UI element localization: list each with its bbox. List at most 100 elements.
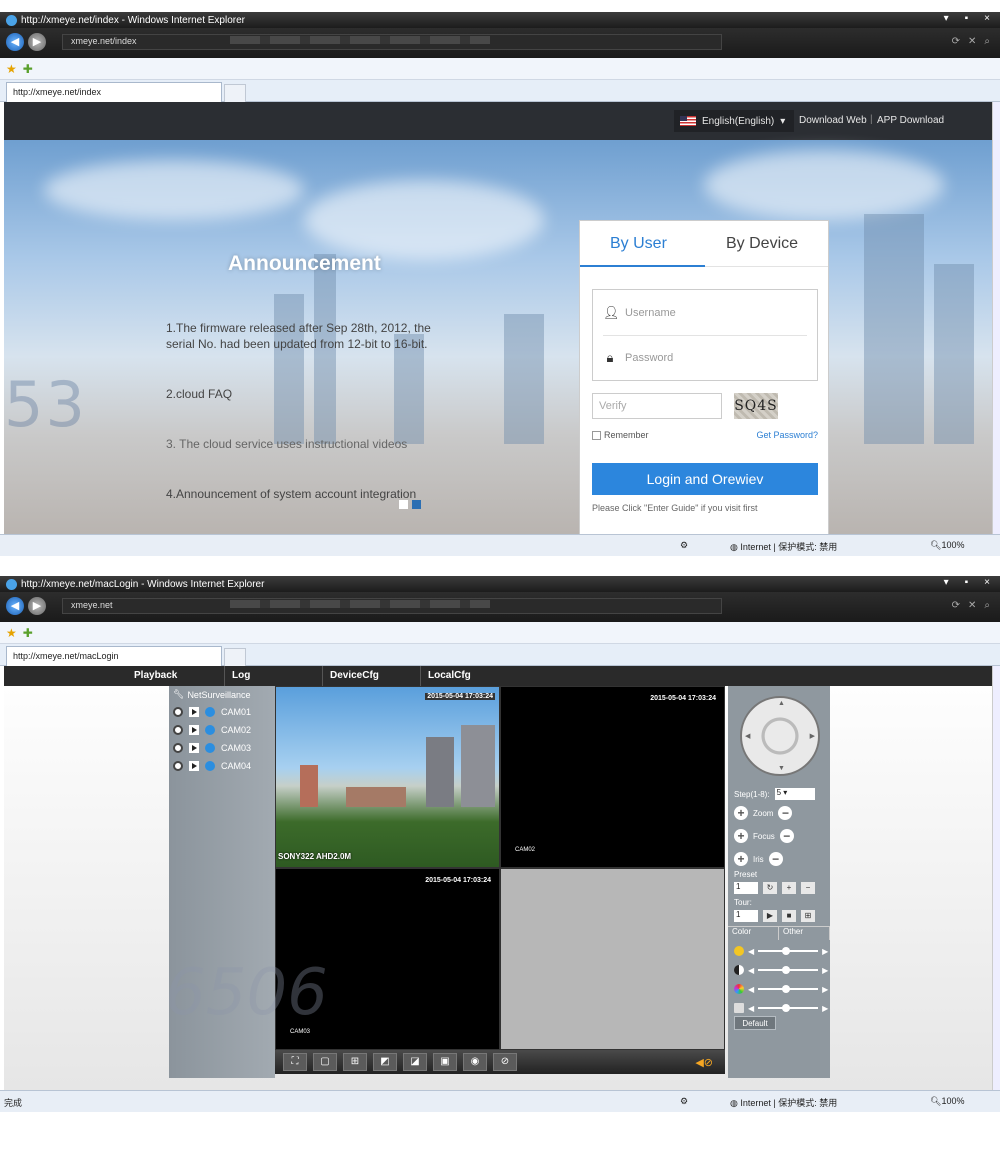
left-arrow-icon[interactable]: ◀ <box>748 966 754 975</box>
quad-view-icon[interactable]: ⊞ <box>343 1053 367 1071</box>
refresh-icon[interactable]: ⟳ <box>952 36 960 47</box>
slider-track[interactable] <box>758 985 819 993</box>
tab-color[interactable]: Color <box>728 927 779 940</box>
minimize-icon[interactable]: ▾ <box>944 13 949 24</box>
tab-other[interactable]: Other <box>779 927 830 940</box>
minimize-icon[interactable]: ▾ <box>944 577 949 588</box>
record-icon[interactable] <box>173 725 183 735</box>
focus-out-button[interactable]: − <box>779 829 794 843</box>
menu-localcfg[interactable]: LocalCfg <box>428 670 471 681</box>
record-icon[interactable] <box>173 707 183 717</box>
refresh-icon[interactable]: ⟳ <box>952 600 960 611</box>
stop-icon[interactable]: ✕ <box>968 600 976 611</box>
up-arrow-icon[interactable]: ▲ <box>778 700 785 707</box>
tour-input[interactable]: 1 <box>734 910 758 922</box>
volume-muted-icon[interactable]: ◀⊘ <box>695 1056 713 1069</box>
record-icon[interactable] <box>173 743 183 753</box>
restore-icon[interactable]: ▪ <box>965 13 969 24</box>
search-icon[interactable]: ⌕ <box>984 36 990 47</box>
camera-row[interactable]: CAM04 <box>169 757 275 775</box>
stream-icon[interactable] <box>205 761 215 771</box>
brightness-slider[interactable]: ◀ ▶ <box>734 946 828 956</box>
close-icon[interactable]: × <box>984 13 990 24</box>
remember-checkbox[interactable]: Remember <box>592 430 649 440</box>
hue-slider[interactable]: ◀ ▶ <box>734 1003 828 1013</box>
record-icon[interactable]: ◪ <box>403 1053 427 1071</box>
right-arrow-icon[interactable]: ▶ <box>822 1004 828 1013</box>
tree-root[interactable]: 🔧︎ NetSurveillance <box>169 686 275 703</box>
goto-preset-icon[interactable]: ↻ <box>763 882 777 894</box>
picture-icon[interactable]: ▣ <box>433 1053 457 1071</box>
play-icon[interactable] <box>189 707 199 717</box>
announcement-item[interactable]: 2.cloud FAQ <box>166 386 456 402</box>
username-field[interactable]: 👤︎ Username <box>593 290 817 335</box>
stream-icon[interactable] <box>205 725 215 735</box>
slider-track[interactable] <box>758 966 819 974</box>
vertical-scrollbar[interactable] <box>992 102 1000 534</box>
snapshot-icon[interactable]: ◩ <box>373 1053 397 1071</box>
iris-close-button[interactable]: − <box>768 852 783 866</box>
menu-playback[interactable]: Playback <box>134 670 177 681</box>
camera-row[interactable]: CAM02 <box>169 721 275 739</box>
login-button[interactable]: Login and Orewiev <box>592 463 818 495</box>
verify-input[interactable]: Verify <box>592 393 722 419</box>
slider-track[interactable] <box>758 947 819 955</box>
announcement-item[interactable]: 3. The cloud service uses instructional … <box>166 436 456 452</box>
play-icon[interactable] <box>189 743 199 753</box>
contrast-slider[interactable]: ◀ ▶ <box>734 965 828 975</box>
stop-icon[interactable]: ✕ <box>968 36 976 47</box>
play-icon[interactable] <box>189 761 199 771</box>
remove-preset-icon[interactable]: − <box>801 882 815 894</box>
saturation-slider[interactable]: ◀ ▶ <box>734 984 828 994</box>
language-selector[interactable]: English(English) ▾ <box>674 110 794 132</box>
search-icon[interactable]: ⌕ <box>984 600 990 611</box>
grid-tour-icon[interactable]: ⊞ <box>801 910 815 922</box>
left-arrow-icon[interactable]: ◀ <box>748 947 754 956</box>
forward-button[interactable]: ▶ <box>28 597 46 615</box>
menu-devicecfg[interactable]: DeviceCfg <box>330 670 379 681</box>
forward-button[interactable]: ▶ <box>28 33 46 51</box>
camera-row[interactable]: CAM01 <box>169 703 275 721</box>
fullscreen-icon[interactable]: ⛶ <box>283 1053 307 1071</box>
vertical-scrollbar[interactable] <box>992 666 1000 1090</box>
captcha-image[interactable]: SQ4S <box>734 393 778 419</box>
video-cell-2[interactable]: 2015-05-04 17:03:24 CAM02 <box>500 686 725 868</box>
add-preset-icon[interactable]: + <box>782 882 796 894</box>
app-download-link[interactable]: APP Download <box>877 115 944 126</box>
back-button[interactable]: ◀ <box>6 597 24 615</box>
close-icon[interactable]: × <box>984 577 990 588</box>
zoom-level[interactable]: 🔍︎100% <box>930 1096 964 1107</box>
preset-input[interactable]: 1 <box>734 882 758 894</box>
play-icon[interactable] <box>189 725 199 735</box>
add-favorite-icon[interactable]: ✚ <box>23 626 33 640</box>
checkbox[interactable] <box>592 430 601 440</box>
announcement-item[interactable]: 1.The firmware released after Sep 28th, … <box>166 320 456 352</box>
stop-tour-icon[interactable]: ■ <box>782 910 796 922</box>
iris-open-button[interactable]: + <box>734 852 748 866</box>
right-arrow-icon[interactable]: ▶ <box>822 985 828 994</box>
new-tab-button[interactable] <box>224 648 246 666</box>
camera-row[interactable]: CAM03 <box>169 739 275 757</box>
playback-icon[interactable]: ◉ <box>463 1053 487 1071</box>
single-view-icon[interactable]: ▢ <box>313 1053 337 1071</box>
tab-maclogin[interactable]: http://xmeye.net/macLogin <box>6 646 222 666</box>
default-button[interactable]: Default <box>734 1016 776 1030</box>
tab-by-device[interactable]: By Device <box>726 235 798 253</box>
left-arrow-icon[interactable]: ◀ <box>745 732 750 740</box>
favorites-star-icon[interactable]: ★ <box>6 62 17 76</box>
carousel-dot[interactable] <box>399 500 408 509</box>
record-icon[interactable] <box>173 761 183 771</box>
menu-log[interactable]: Log <box>232 670 250 681</box>
zoom-level[interactable]: 🔍︎100% <box>930 540 964 551</box>
favorites-star-icon[interactable]: ★ <box>6 626 17 640</box>
video-cell-1[interactable]: 2015-05-04 17:03:24 SONY322 AHD2.0M <box>275 686 500 868</box>
tab-index[interactable]: http://xmeye.net/index <box>6 82 222 102</box>
video-cell-4[interactable] <box>500 868 725 1050</box>
add-favorite-icon[interactable]: ✚ <box>23 62 33 76</box>
get-password-link[interactable]: Get Password? <box>756 430 818 440</box>
right-arrow-icon[interactable]: ▶ <box>822 947 828 956</box>
stream-icon[interactable] <box>205 743 215 753</box>
tab-by-user[interactable]: By User <box>610 235 667 253</box>
password-field[interactable]: 🔒︎ Password <box>603 335 807 380</box>
zoom-in-button[interactable]: + <box>734 806 748 820</box>
